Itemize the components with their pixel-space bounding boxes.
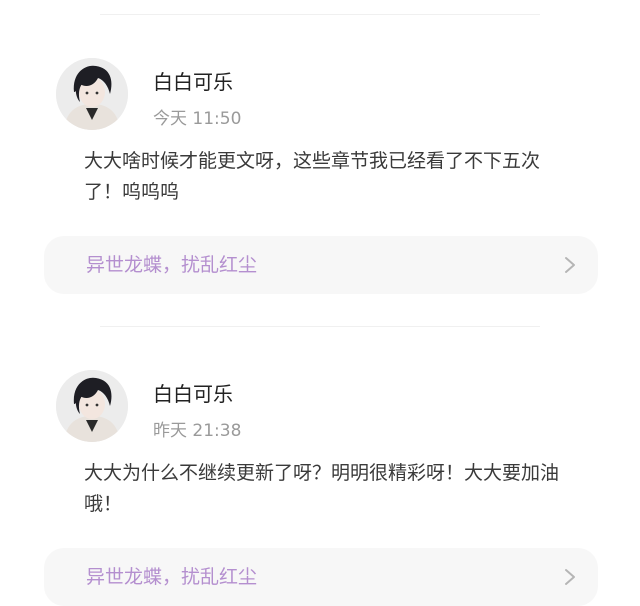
- book-title: 异世龙蝶，扰乱红尘: [86, 254, 258, 276]
- section-divider: [100, 326, 540, 327]
- timestamp: 今天 11:50: [153, 109, 242, 129]
- avatar[interactable]: [56, 58, 128, 130]
- book-title: 异世龙蝶，扰乱红尘: [86, 566, 258, 588]
- avatar[interactable]: [56, 370, 128, 442]
- comment-body: 大大为什么不继续更新了呀？明明很精彩呀！大大要加油哦！: [84, 462, 560, 515]
- comment-body: 大大啥时候才能更文呀，这些章节我已经看了不下五次了！呜呜呜: [84, 150, 541, 203]
- top-divider: [100, 14, 540, 15]
- book-link-card[interactable]: 异世龙蝶，扰乱红尘: [44, 236, 598, 294]
- chevron-right-icon: [564, 568, 576, 586]
- timestamp: 昨天 21:38: [153, 421, 242, 441]
- username[interactable]: 白白可乐: [153, 66, 233, 95]
- chevron-right-icon: [564, 256, 576, 274]
- username[interactable]: 白白可乐: [153, 378, 233, 407]
- book-link-card[interactable]: 异世龙蝶，扰乱红尘: [44, 548, 598, 606]
